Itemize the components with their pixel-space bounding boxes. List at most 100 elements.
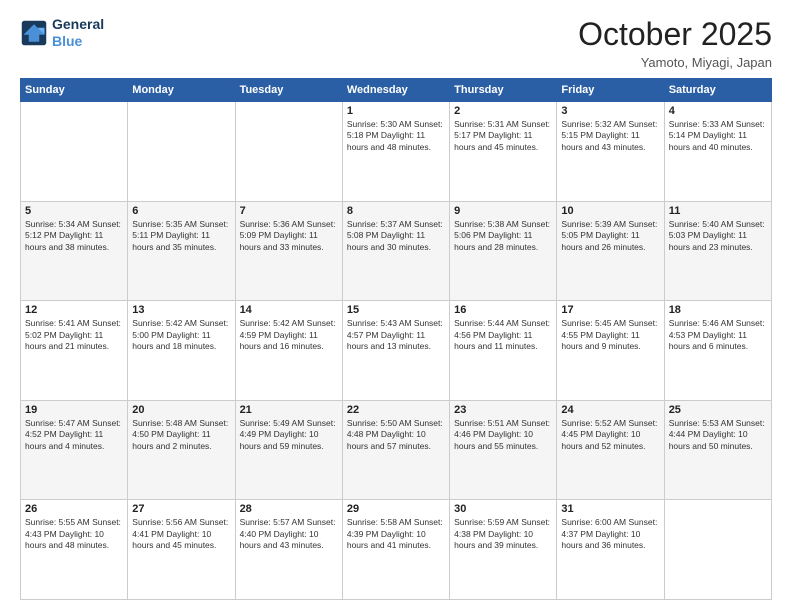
day-info: Sunrise: 5:46 AM Sunset: 4:53 PM Dayligh… xyxy=(669,318,767,352)
table-row: 2 Sunrise: 5:31 AM Sunset: 5:17 PM Daylig… xyxy=(450,102,557,202)
day-info: Sunrise: 5:40 AM Sunset: 5:03 PM Dayligh… xyxy=(669,219,767,253)
day-number: 19 xyxy=(25,404,123,416)
table-row: 28Sunrise: 5:57 AM Sunset: 4:40 PM Dayli… xyxy=(235,500,342,600)
table-row: 1Sunrise: 5:30 AM Sunset: 5:18 PM Daylig… xyxy=(342,102,449,202)
day-number: 9 xyxy=(454,205,552,217)
day-info: Sunrise: 5:31 AM Sunset: 5:17 PM Dayligh… xyxy=(454,119,552,153)
day-info: Sunrise: 5:34 AM Sunset: 5:12 PM Dayligh… xyxy=(25,219,123,253)
day-number: 4 xyxy=(669,105,767,117)
day-info: Sunrise: 5:41 AM Sunset: 5:02 PM Dayligh… xyxy=(25,318,123,352)
table-row: 26 Sunrise: 5:55 AM Sunset: 4:43 PM Dayli… xyxy=(21,500,128,600)
col-monday: Monday xyxy=(128,79,235,102)
day-info: Sunrise: 5:33 AM Sunset: 5:14 PM Dayligh… xyxy=(669,119,767,153)
day-info: Sunrise: 5:50 AM Sunset: 4:48 PM Dayligh… xyxy=(347,418,445,452)
table-row: 12 Sunrise: 5:41 AM Sunset: 5:02 PM Dayli… xyxy=(21,301,128,401)
day-number: 26 xyxy=(25,503,123,515)
col-thursday: Thursday xyxy=(450,79,557,102)
day-number: 2 xyxy=(454,105,552,117)
table-row: 21 Sunrise: 5:49 AM Sunset: 4:49 PM Dayli… xyxy=(235,400,342,500)
day-info: Sunrise: 5:45 AM Sunset: 4:55 PM Dayligh… xyxy=(561,318,659,352)
day-number: 22 xyxy=(347,404,445,416)
col-friday: Friday xyxy=(557,79,664,102)
table-row: 4 Sunrise: 5:33 AM Sunset: 5:14 PM Daylig… xyxy=(664,102,771,202)
day-number: 23 xyxy=(454,404,552,416)
table-row: 23 Sunrise: 5:51 AM Sunset: 4:46 PM Dayli… xyxy=(450,400,557,500)
day-info: Sunrise: 6:00 AM Sunset: 4:37 PM Dayligh… xyxy=(561,517,659,551)
table-row: 3Sunrise: 5:32 AM Sunset: 5:15 PM Daylig… xyxy=(557,102,664,202)
table-row xyxy=(128,102,235,202)
table-row: 13Sunrise: 5:42 AM Sunset: 5:00 PM Dayli… xyxy=(128,301,235,401)
day-number: 18 xyxy=(669,304,767,316)
day-info: Sunrise: 5:35 AM Sunset: 5:11 PM Dayligh… xyxy=(132,219,230,253)
header: General Blue October 2025 Yamoto, Miyagi… xyxy=(20,16,772,70)
table-row: 19 Sunrise: 5:47 AM Sunset: 4:52 PM Dayli… xyxy=(21,400,128,500)
calendar-week-row: 12 Sunrise: 5:41 AM Sunset: 5:02 PM Dayli… xyxy=(21,301,772,401)
table-row: 22 Sunrise: 5:50 AM Sunset: 4:48 PM Dayli… xyxy=(342,400,449,500)
day-number: 17 xyxy=(561,304,659,316)
table-row: 25Sunrise: 5:53 AM Sunset: 4:44 PM Dayli… xyxy=(664,400,771,500)
day-info: Sunrise: 5:48 AM Sunset: 4:50 PM Dayligh… xyxy=(132,418,230,452)
header-row: Sunday Monday Tuesday Wednesday Thursday… xyxy=(21,79,772,102)
day-number: 28 xyxy=(240,503,338,515)
day-info: Sunrise: 5:44 AM Sunset: 4:56 PM Dayligh… xyxy=(454,318,552,352)
month-title: October 2025 xyxy=(578,16,772,53)
day-info: Sunrise: 5:51 AM Sunset: 4:46 PM Dayligh… xyxy=(454,418,552,452)
day-info: Sunrise: 5:38 AM Sunset: 5:06 PM Dayligh… xyxy=(454,219,552,253)
day-number: 20 xyxy=(132,404,230,416)
table-row: 9 Sunrise: 5:38 AM Sunset: 5:06 PM Daylig… xyxy=(450,201,557,301)
calendar-week-row: 26 Sunrise: 5:55 AM Sunset: 4:43 PM Dayli… xyxy=(21,500,772,600)
day-number: 6 xyxy=(132,205,230,217)
col-wednesday: Wednesday xyxy=(342,79,449,102)
day-info: Sunrise: 5:53 AM Sunset: 4:44 PM Dayligh… xyxy=(669,418,767,452)
day-number: 24 xyxy=(561,404,659,416)
table-row: 24 Sunrise: 5:52 AM Sunset: 4:45 PM Dayli… xyxy=(557,400,664,500)
day-info: Sunrise: 5:39 AM Sunset: 5:05 PM Dayligh… xyxy=(561,219,659,253)
table-row: 17 Sunrise: 5:45 AM Sunset: 4:55 PM Dayli… xyxy=(557,301,664,401)
table-row: 14Sunrise: 5:42 AM Sunset: 4:59 PM Dayli… xyxy=(235,301,342,401)
table-row: 5 Sunrise: 5:34 AM Sunset: 5:12 PM Daylig… xyxy=(21,201,128,301)
table-row: 29 Sunrise: 5:58 AM Sunset: 4:39 PM Dayli… xyxy=(342,500,449,600)
calendar-week-row: 5 Sunrise: 5:34 AM Sunset: 5:12 PM Daylig… xyxy=(21,201,772,301)
day-info: Sunrise: 5:42 AM Sunset: 5:00 PM Dayligh… xyxy=(132,318,230,352)
table-row: 18 Sunrise: 5:46 AM Sunset: 4:53 PM Dayli… xyxy=(664,301,771,401)
day-info: Sunrise: 5:58 AM Sunset: 4:39 PM Dayligh… xyxy=(347,517,445,551)
day-number: 1 xyxy=(347,105,445,117)
day-info: Sunrise: 5:52 AM Sunset: 4:45 PM Dayligh… xyxy=(561,418,659,452)
day-number: 16 xyxy=(454,304,552,316)
day-info: Sunrise: 5:36 AM Sunset: 5:09 PM Dayligh… xyxy=(240,219,338,253)
day-info: Sunrise: 5:43 AM Sunset: 4:57 PM Dayligh… xyxy=(347,318,445,352)
table-row: 27 Sunrise: 5:56 AM Sunset: 4:41 PM Dayli… xyxy=(128,500,235,600)
day-number: 3 xyxy=(561,105,659,117)
table-row: 16 Sunrise: 5:44 AM Sunset: 4:56 PM Dayli… xyxy=(450,301,557,401)
logo-line2: Blue xyxy=(52,33,104,50)
logo: General Blue xyxy=(20,16,104,50)
day-number: 21 xyxy=(240,404,338,416)
col-sunday: Sunday xyxy=(21,79,128,102)
table-row: 20 Sunrise: 5:48 AM Sunset: 4:50 PM Dayli… xyxy=(128,400,235,500)
calendar-week-row: 19 Sunrise: 5:47 AM Sunset: 4:52 PM Dayli… xyxy=(21,400,772,500)
logo-text: General Blue xyxy=(52,16,104,50)
day-info: Sunrise: 5:56 AM Sunset: 4:41 PM Dayligh… xyxy=(132,517,230,551)
day-number: 29 xyxy=(347,503,445,515)
table-row xyxy=(664,500,771,600)
day-number: 5 xyxy=(25,205,123,217)
table-row: 7Sunrise: 5:36 AM Sunset: 5:09 PM Daylig… xyxy=(235,201,342,301)
day-number: 11 xyxy=(669,205,767,217)
table-row: 30 Sunrise: 5:59 AM Sunset: 4:38 PM Dayli… xyxy=(450,500,557,600)
table-row: 15Sunrise: 5:43 AM Sunset: 4:57 PM Dayli… xyxy=(342,301,449,401)
day-number: 31 xyxy=(561,503,659,515)
location: Yamoto, Miyagi, Japan xyxy=(578,55,772,70)
logo-icon xyxy=(20,19,48,47)
day-info: Sunrise: 5:49 AM Sunset: 4:49 PM Dayligh… xyxy=(240,418,338,452)
day-info: Sunrise: 5:55 AM Sunset: 4:43 PM Dayligh… xyxy=(25,517,123,551)
day-info: Sunrise: 5:42 AM Sunset: 4:59 PM Dayligh… xyxy=(240,318,338,352)
calendar-table: Sunday Monday Tuesday Wednesday Thursday… xyxy=(20,78,772,600)
day-info: Sunrise: 5:47 AM Sunset: 4:52 PM Dayligh… xyxy=(25,418,123,452)
day-number: 30 xyxy=(454,503,552,515)
col-tuesday: Tuesday xyxy=(235,79,342,102)
table-row: 10Sunrise: 5:39 AM Sunset: 5:05 PM Dayli… xyxy=(557,201,664,301)
col-saturday: Saturday xyxy=(664,79,771,102)
day-info: Sunrise: 5:59 AM Sunset: 4:38 PM Dayligh… xyxy=(454,517,552,551)
day-number: 12 xyxy=(25,304,123,316)
day-number: 27 xyxy=(132,503,230,515)
